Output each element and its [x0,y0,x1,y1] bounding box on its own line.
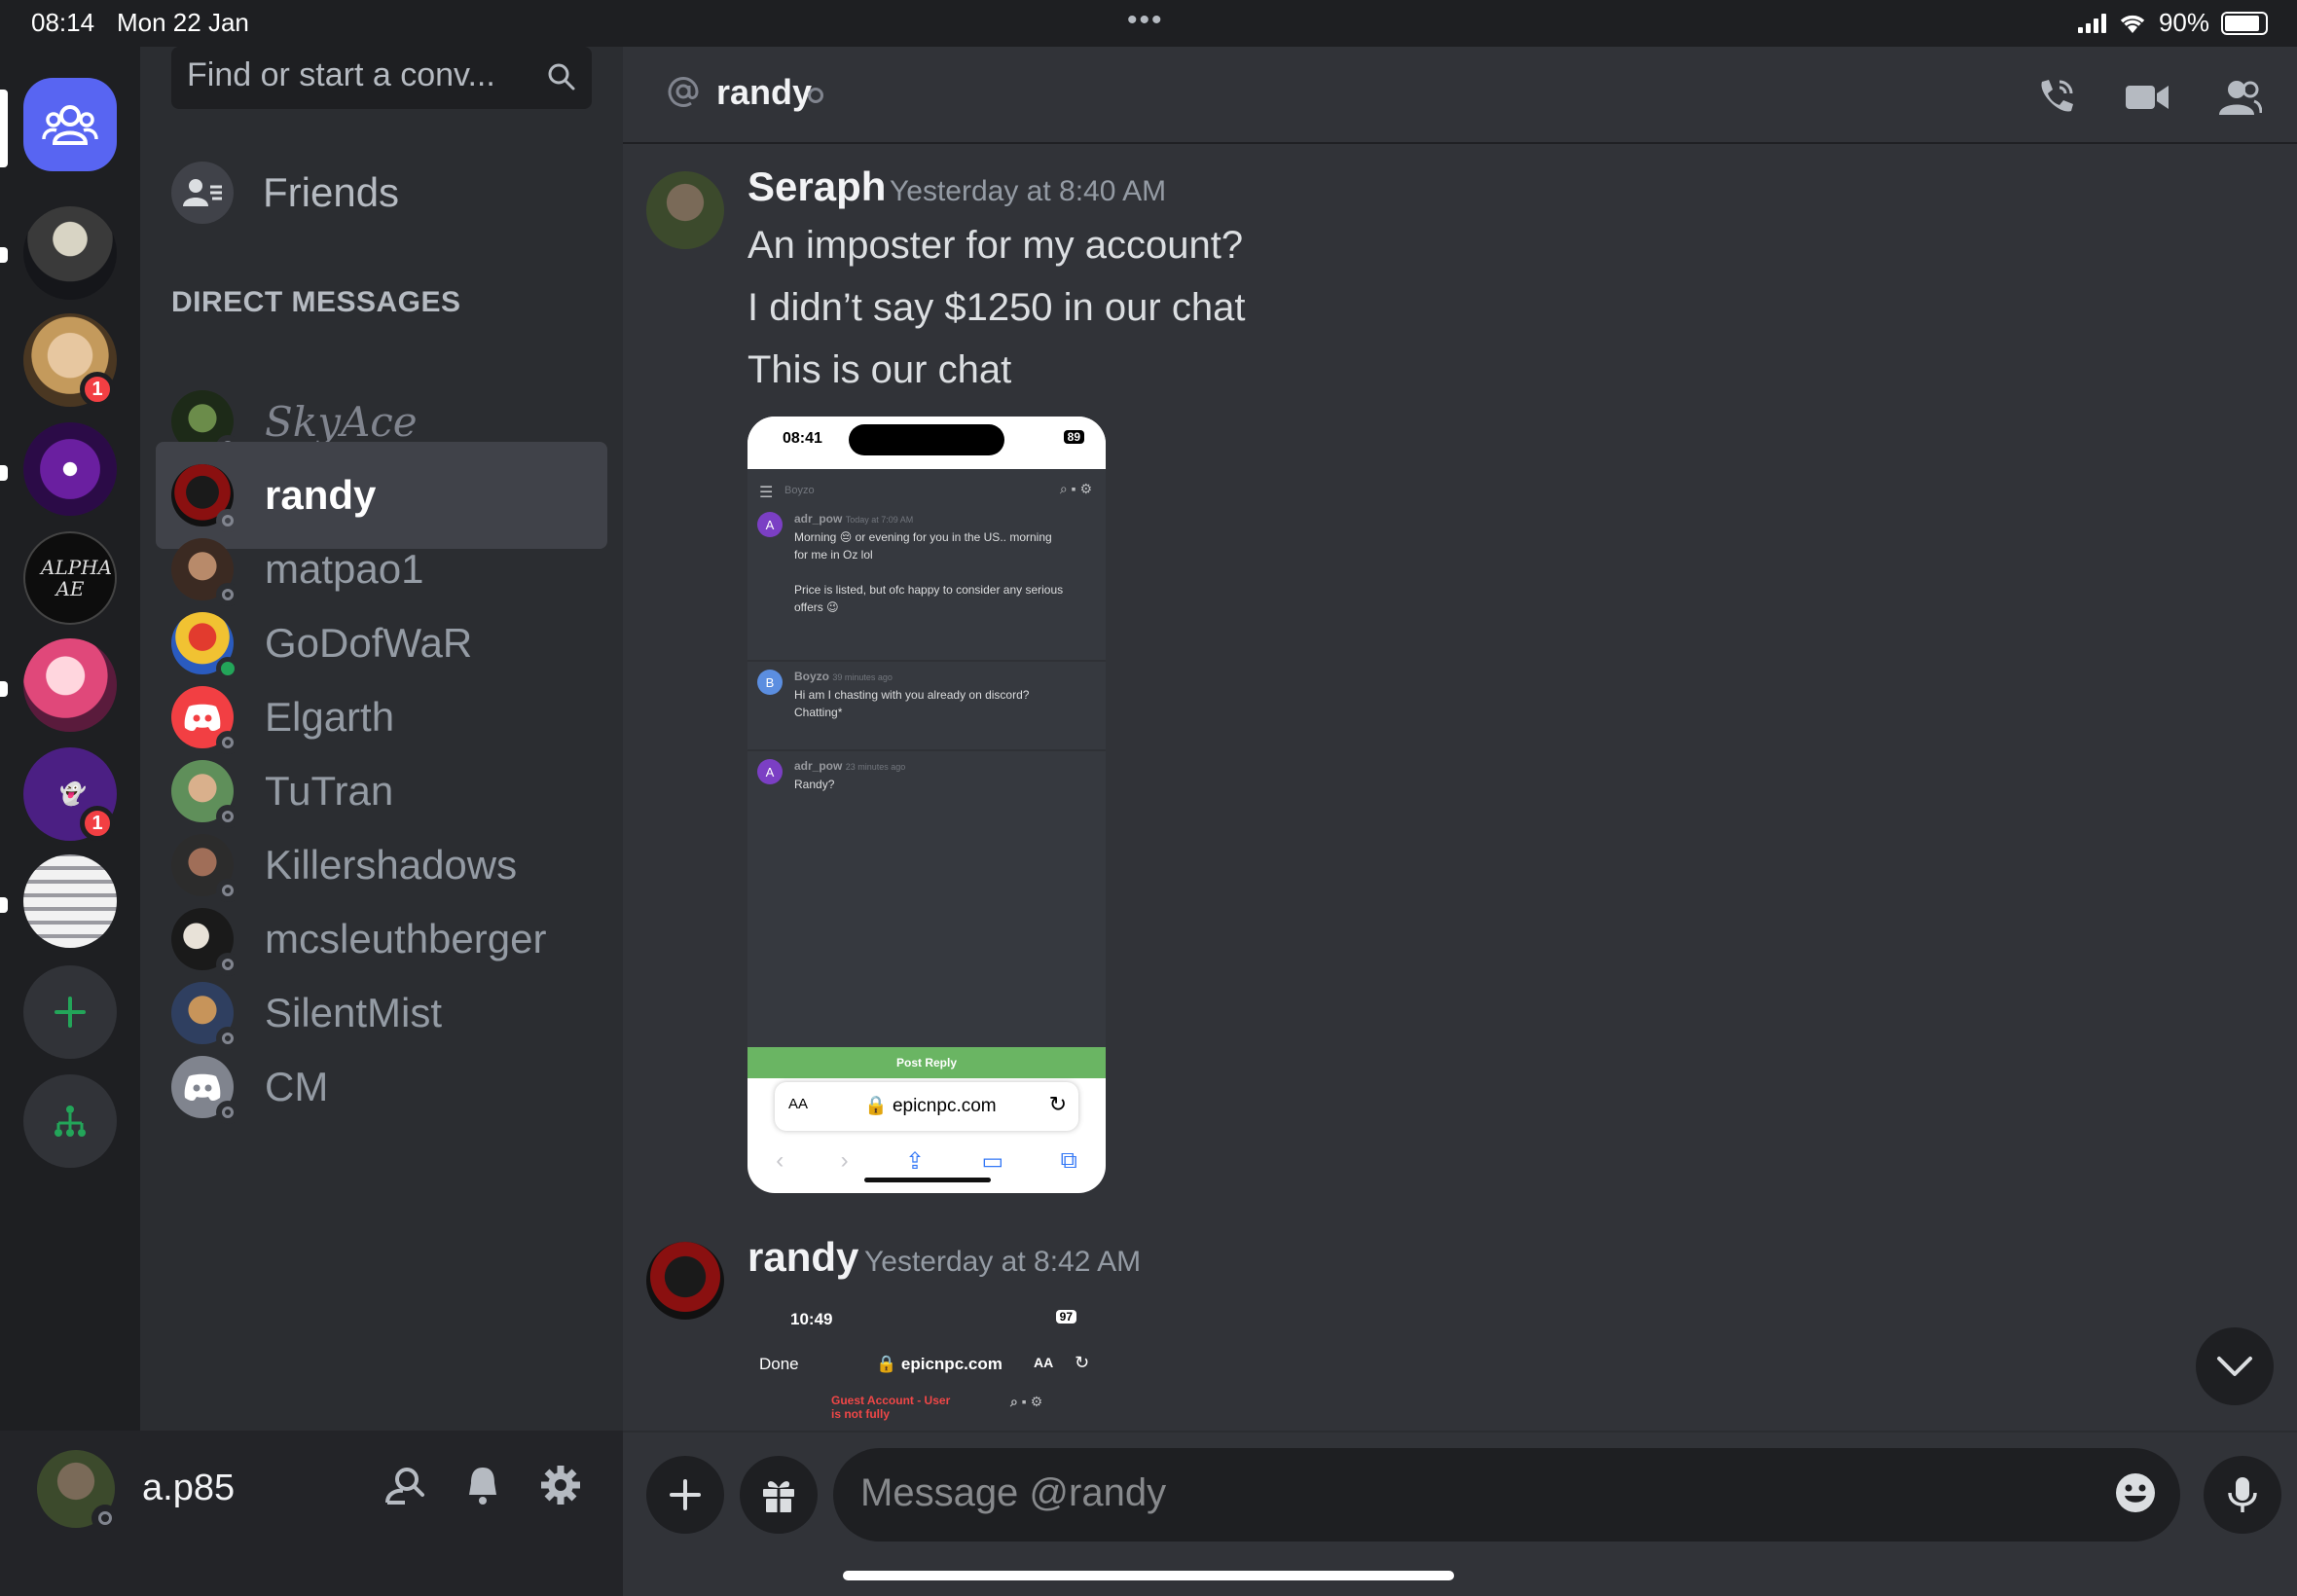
lock-icon: 🔒 [876,1355,897,1373]
lock-icon: 🔒 [864,1096,888,1116]
at-sign-icon [668,77,699,107]
ghost-logo-icon: 👻 [56,781,84,806]
discord-logo-icon [184,1073,221,1102]
bookmarks-icon: ▭ [981,1147,1004,1175]
message-text: I didn’t say $1250 in our chat [747,286,1246,329]
battery-percent: 90% [2158,8,2209,37]
reload-icon: ↻ [1048,1092,1067,1116]
image-attachment[interactable]: 10:49 97 Done 🔒 epicnpc.com AA ↻ Guest A… [747,1296,1106,1431]
voice-call-icon[interactable] [2034,76,2077,119]
microphone-icon [2228,1477,2257,1512]
toolbar-icons: ⌕ ▪ ⚙ [1010,1394,1043,1409]
message-author[interactable]: Seraph [747,163,886,210]
server-rail: 1 ALPHA AE 👻 1 [0,47,140,1431]
plus-icon [55,997,86,1028]
member-list-icon[interactable] [2217,76,2262,119]
server-icon-anime[interactable] [23,206,117,300]
reload-icon: ↻ [1075,1353,1090,1372]
dm-sidebar: Find or start a conv... Friends DIRECT M… [140,47,623,1431]
mention-badge: 1 [80,806,115,841]
chat-header: randy [623,47,2297,144]
unread-indicator [0,247,8,263]
video-call-icon[interactable] [2124,76,2170,119]
find-people-icon[interactable] [383,1464,426,1506]
battery-icon [2221,11,2268,35]
avatar [171,1056,239,1124]
emoji-picker-icon[interactable] [2112,1469,2159,1516]
chevron-down-icon [2217,1357,2252,1376]
status-bar: 08:14 Mon 22 Jan ••• 90% [0,0,2297,47]
mention-badge: 1 [80,372,115,407]
server-icon-purple-emblem[interactable] [23,422,117,516]
user-avatar[interactable] [37,1450,119,1532]
dynamic-island [849,424,1004,455]
message-avatar-seraph[interactable] [646,171,724,249]
back-icon: ‹ [776,1147,784,1174]
share-icon: ⇪ [905,1147,926,1175]
add-server-button[interactable] [23,965,117,1059]
menu-icon: ☰ [759,485,774,501]
unread-indicator [0,897,8,913]
multitasking-dots-icon[interactable]: ••• [1127,4,1164,37]
unread-indicator [0,681,8,697]
message-avatar-randy[interactable] [646,1242,724,1320]
discord-logo-icon [184,704,221,732]
discord-people-icon [42,105,98,145]
browser-url-bar: AA 🔒 epicnpc.com ↻ [775,1082,1078,1131]
wifi-icon [2120,15,2145,33]
message-text: An imposter for my account? [747,224,1244,267]
hierarchy-icon [55,1106,86,1137]
dm-item-cm[interactable]: CM [156,1034,607,1141]
home-indicator [843,1571,1454,1580]
friends-label: Friends [263,169,400,215]
discord-app: 08:14 Mon 22 Jan ••• 90% 1 ALPHA AE 👻 1 [0,0,2297,1596]
gift-icon [763,1481,794,1512]
selected-indicator [0,90,8,167]
unread-indicator [0,465,8,481]
message-timestamp: Yesterday at 8:40 AM [890,175,1167,207]
username[interactable]: a.p85 [142,1468,235,1509]
jump-to-bottom-button[interactable] [2196,1327,2274,1405]
direct-messages-home-button[interactable] [23,78,117,171]
message-input[interactable]: Message @randy [833,1448,2180,1542]
friends-icon [171,162,234,224]
bell-icon[interactable] [461,1464,504,1506]
search-icon [548,63,575,91]
gift-button[interactable] [740,1456,818,1534]
message-author[interactable]: randy [747,1234,858,1281]
image-attachment[interactable]: 08:41 89 ☰ Boyzo ⌕ ▪ ⚙ A adr_pow Today a… [747,417,1106,1193]
server-icon-ff-universe[interactable] [23,854,117,948]
server-icon-alpha[interactable]: ALPHA AE [23,531,117,625]
home-indicator [864,1178,991,1182]
emoji-icon: 😔 [839,530,853,544]
cellular-signal-icon [2077,13,2106,33]
settings-gear-icon[interactable] [539,1464,582,1506]
forward-icon: › [840,1147,849,1174]
plus-icon [670,1479,701,1510]
user-panel: a.p85 [0,1431,623,1596]
explore-servers-button[interactable] [23,1074,117,1168]
server-icon-pink-anime[interactable] [23,638,117,732]
direct-messages-header: DIRECT MESSAGES [171,286,461,318]
chat-recipient-name[interactable]: randy [716,72,812,113]
chat-area: randy Seraph Yesterday at 8:40 AM An imp… [623,47,2297,1431]
voice-message-button[interactable] [2204,1456,2281,1534]
toolbar-icons: ⌕ ▪ ⚙ [1059,481,1092,496]
message-text: This is our chat [747,348,1012,391]
status-offline-icon [808,88,823,103]
status-time: 08:14 [31,8,95,37]
status-date: Mon 22 Jan [117,8,249,37]
emoji-icon: 😉 [826,600,839,614]
friends-button[interactable]: Friends [171,162,399,224]
attach-button[interactable] [646,1456,724,1534]
tabs-icon: ⧉ [1060,1147,1077,1174]
message-timestamp: Yesterday at 8:42 AM [864,1246,1142,1278]
conversation-search-input[interactable]: Find or start a conv... [171,47,592,109]
post-reply-button: Post Reply [747,1047,1106,1078]
